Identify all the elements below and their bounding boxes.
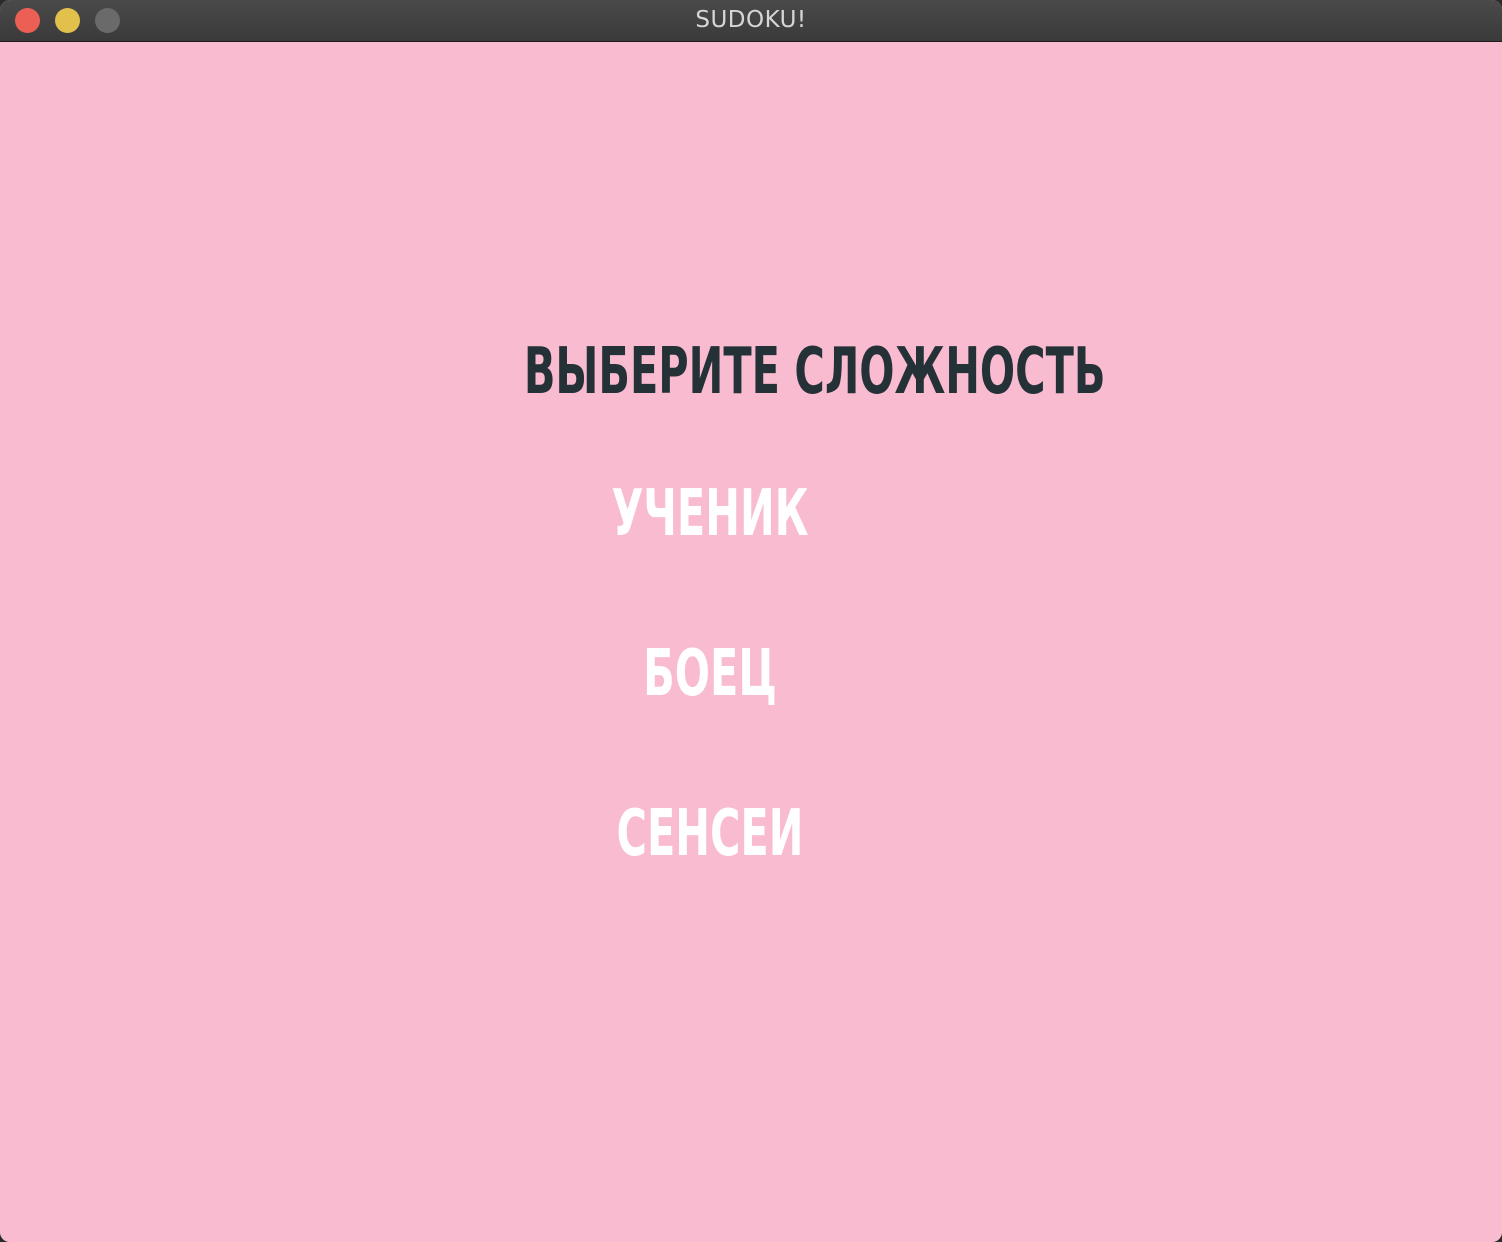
app-window: SUDOKU! ВЫБЕРИТЕ СЛОЖНОСТЬ УЧЕНИК БОЕЦ С… (0, 0, 1502, 1242)
choose-difficulty-heading: ВЫБЕРИТЕ СЛОЖНОСТЬ (523, 335, 1106, 409)
title-bar: SUDOKU! (0, 0, 1502, 42)
window-title: SUDOKU! (695, 7, 807, 33)
difficulty-option-sensei[interactable]: СЕНСЕИ (602, 794, 818, 874)
difficulty-option-student[interactable]: УЧЕНИК (602, 474, 818, 554)
difficulty-option-fighter[interactable]: БОЕЦ (602, 634, 818, 714)
difficulty-menu: ВЫБЕРИТЕ СЛОЖНОСТЬ УЧЕНИК БОЕЦ СЕНСЕИ (0, 42, 1502, 1242)
